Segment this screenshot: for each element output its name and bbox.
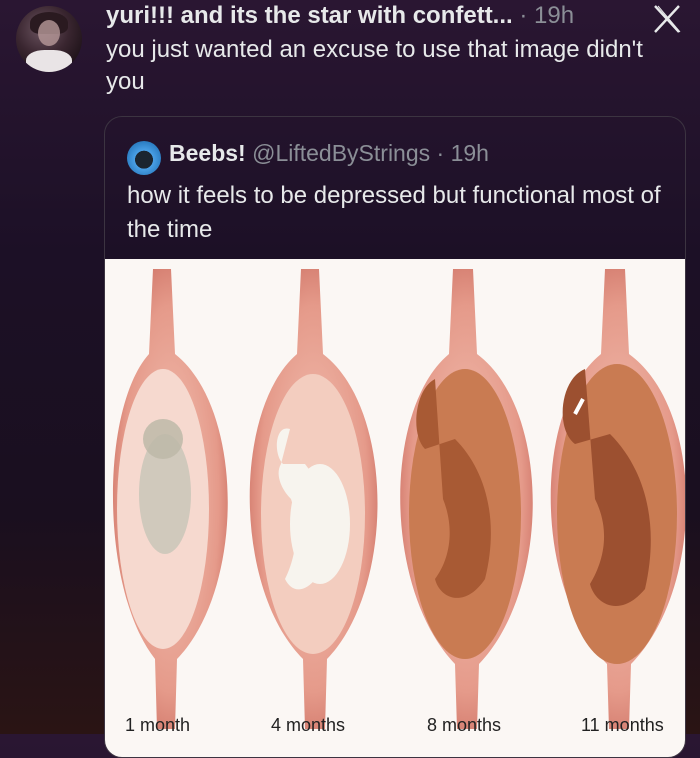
quoted-image[interactable]: 1 month 4 months 8 months 11 months — [105, 259, 685, 757]
sac-11-months — [550, 269, 685, 729]
sac-8-months — [400, 269, 533, 729]
author-name[interactable]: yuri!!! and its the star with confett... — [106, 2, 513, 29]
author-avatar[interactable] — [16, 6, 82, 72]
avatar-face — [38, 20, 60, 46]
quoted-time[interactable]: · 19h — [430, 140, 489, 166]
tweet-time[interactable]: · 19h — [513, 2, 574, 29]
caption-4: 11 months — [581, 715, 664, 735]
quoted-handle[interactable]: @LiftedByStrings — [252, 140, 430, 166]
bird-avatar-icon[interactable] — [127, 141, 161, 175]
sac-1-month — [112, 269, 228, 729]
tweet-text: you just wanted an excuse to use that im… — [106, 36, 643, 95]
quoted-tweet[interactable]: Beebs! @LiftedByStrings · 19h how it fee… — [104, 116, 686, 758]
caption-1: 1 month — [125, 715, 191, 735]
avatar-shirt — [26, 50, 72, 72]
caption-3: 8 months — [427, 715, 502, 735]
sac-4-months — [249, 269, 378, 729]
x-logo-icon[interactable] — [650, 2, 684, 36]
tweet-header: yuri!!! and its the star with confett...… — [106, 0, 646, 32]
quoted-author-name[interactable]: Beebs! — [169, 140, 246, 166]
illustration — [112, 269, 685, 729]
quoted-text: how it feels to be depressed but functio… — [127, 182, 661, 243]
quoted-header: Beebs! @LiftedByStrings · 19h — [169, 137, 489, 169]
caption-2: 4 months — [271, 715, 346, 735]
